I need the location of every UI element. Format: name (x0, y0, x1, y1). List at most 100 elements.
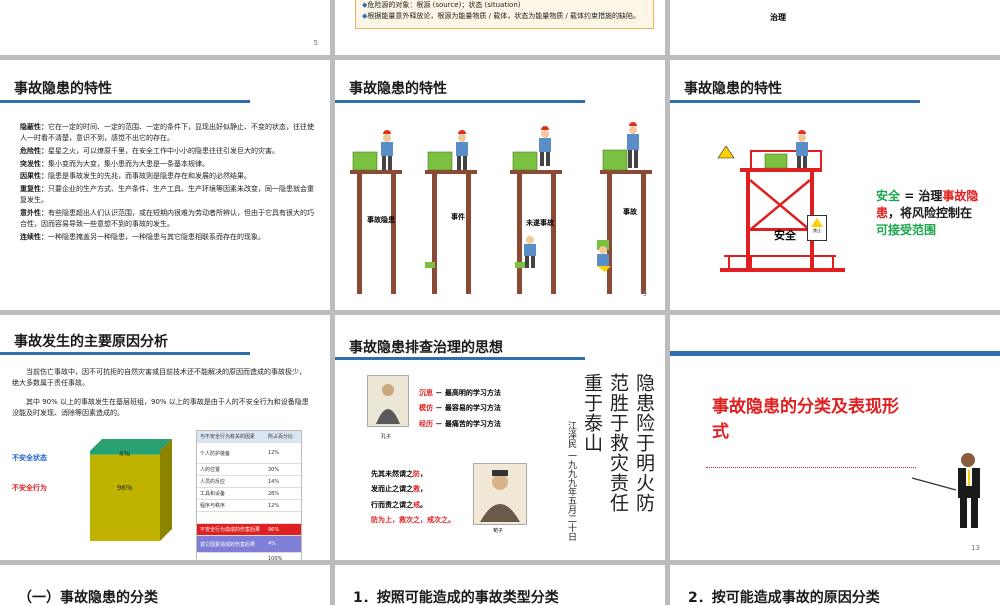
section-title: 事故隐患的分类及表现形式 (712, 397, 899, 442)
slide-top-right: 治理 (670, 0, 1000, 55)
table-row: 人员的反应 14% (197, 476, 301, 488)
page-number: 13 (971, 544, 980, 552)
accident-stage-illustration (350, 122, 652, 294)
stage-label: 事故隐患 (367, 216, 395, 224)
learning-line: 经历 － 最痛苦的学习方法 (419, 419, 501, 428)
slide-top-mid: ◆危险源的对象：根源 (source)；状态 (situation) ◆根据能量… (335, 0, 665, 55)
table-cell: 人员的反应 (200, 479, 226, 485)
table-row: 不安全行为造成的伤害后果 96% (197, 524, 301, 536)
feature-item: 重复性：只要企业的生产方式、生产条件、生产工具、生产环境等因素未改变，同一隐患就… (20, 185, 314, 205)
table-cell: 个人防护装备 (200, 450, 231, 457)
top-band (670, 351, 1000, 356)
bar-top-face (90, 439, 172, 451)
slide-thinking: 事故隐患排查治理的思想 孔子 沉思 － 最高明的学习方法 模仿 － 最容易的学习… (335, 315, 665, 560)
presenter-illustration (911, 453, 980, 528)
table-cell: 28% (268, 490, 280, 497)
table-row: 工具和设备 28% (197, 488, 301, 500)
bar-label-unsafe-behavior: 不安全行为 (12, 484, 47, 492)
safety-statement: 安全 = 治理事故隐患，将风险控制在可接受范围 (876, 188, 984, 238)
learning-line: 沉思 － 最高明的学习方法 (419, 389, 501, 397)
bullet-box: ◆危险源的对象：根源 (source)；状态 (situation) ◆根据能量… (355, 0, 654, 29)
saying-line: 先其未然谓之防， (371, 470, 427, 478)
slide-title: 事故隐患的特性 (684, 81, 782, 97)
caption: 治理 (770, 13, 786, 22)
platform-stage-1 (350, 130, 402, 294)
table-cell: 人的位置 (200, 467, 221, 473)
slide-title: 事故发生的主要原因分析 (14, 334, 168, 350)
portrait-caption: 荀子 (493, 528, 504, 534)
calligraphy-col: 范胜于救灾责任 (607, 373, 629, 513)
slide-feature-safety: 事故隐患的特性 禁止 安全 安全 = 治理事故隐患，将风险控制在可接受范围 (670, 60, 1000, 310)
title-underline (0, 100, 250, 103)
table-cell: 96% (268, 526, 280, 533)
portrait-caption: 孔子 (381, 434, 392, 440)
slide-bottom-1: （一）事故隐患的分类 (0, 565, 330, 605)
table-row: 个人防护装备 12% (197, 443, 301, 464)
slide-feature-text: 事故隐患的特性 隐蔽性：它在一定的时间、一定的范围、一定的条件下，显现出好似静止… (0, 60, 330, 310)
title-underline (670, 100, 920, 103)
slide-title: （一）事故隐患的分类 (18, 590, 158, 605)
para-2: 其中 90% 以上的事故发生在基层班组，90% 以上的事故是由于人的不安全行为和… (12, 398, 309, 417)
table-cell: 程序与秩序 (200, 503, 226, 509)
feature-item: 隐蔽性：它在一定的时间、一定的范围、一定的条件下，显现出好似静止、不变的状态，往… (20, 123, 314, 142)
bar-label-unsafe-state: 不安全状态 (12, 454, 47, 462)
statement-part: ，将风险控制在 (888, 205, 973, 220)
feature-item: 危险性：星星之火，可以燎原千里，在安全工作中小小的隐患往往引发巨大的灾害。 (20, 146, 279, 155)
calligraphy-col: 隐患险于明火防 (633, 373, 655, 513)
factor-table: 与不安全行为有关的因素 所占百分比 个人防护装备 12% 人的位置 30% 人员的反应 14… (196, 430, 302, 560)
statement-part: 安全 (876, 189, 905, 203)
slide-feature-pic: 事故隐患的特性 事故隐患 事件 未遂事故 事故 9 (335, 60, 665, 310)
saying-conclusion: 防为上，救次之，戒次之。 (371, 516, 455, 525)
bullet-1: ◆危险源的对象：根源 (source)；状态 (situation) (362, 1, 521, 9)
table-cell: 4% (268, 541, 276, 547)
table-header: 与不安全行为有关的因素 所占百分比 (197, 431, 301, 443)
stage-label: 事件 (451, 213, 465, 221)
stage-label: 未遂事故 (526, 219, 554, 227)
page-number: 5 (313, 39, 318, 47)
sayings: 先其未然谓之防， 发而止之谓之救， 行而责之谓之戒。 防为上，救次之，戒次之。 (371, 467, 455, 529)
xunzi-portrait (473, 463, 527, 525)
calligraphy-signature: 江泽民 一九九九年五月二十日 (566, 421, 576, 541)
learning-lines: 沉思 － 最高明的学习方法 模仿 － 最容易的学习方法 经历 － 最痛苦的学习方… (419, 386, 501, 432)
bar-side-face (160, 439, 172, 541)
bar-value-label: 96% (117, 484, 133, 492)
bullet-2: ◆根据能量意外释放论，根源为能量物质 / 载体，状态为能量物质 / 载体约束措施… (362, 11, 641, 20)
table-cell: 100% (268, 555, 283, 561)
table-cell: 30% (268, 466, 280, 473)
safe-label: 安全 (774, 229, 796, 242)
slide-top-left: 5 (0, 0, 330, 55)
table-cell: 12% (268, 450, 280, 456)
title-underline (0, 352, 250, 355)
calligraphy-col: 重于泰山 (581, 373, 603, 453)
slide-title: 1．按照可能造成的事故类型分类 (353, 590, 559, 605)
feature-item: 意外性：有些隐患超出人们认识范围，或在短期内很难为劳动者所辨认，但由于它具有很大… (20, 208, 314, 228)
statement-part: = 治理 (904, 189, 943, 203)
platform-stage-3 (510, 126, 562, 294)
table-row: 程序与秩序 12% (197, 500, 301, 512)
table-cell: 不安全行为造成的伤害后果 (200, 527, 261, 533)
feature-item: 连续性：一种隐患掩盖另一种隐患，一种隐患与其它隐患相联系而存在的现象。 (20, 232, 265, 241)
page-number: 9 (642, 290, 647, 298)
saying-line: 发而止之谓之救， (371, 485, 427, 494)
feature-item: 突发性：集小变而为大变，集小患而为大患是一条基本规律。 (20, 159, 209, 168)
slide-title: 事故隐患的特性 (14, 81, 112, 97)
slide-bottom-2: 1．按照可能造成的事故类型分类 (335, 565, 665, 605)
safe-platform-illustration (717, 130, 845, 272)
slide-title: 2．按可能造成事故的原因分类 (688, 590, 880, 605)
stage-label: 事故 (623, 208, 637, 216)
slide-classify: 事故隐患的分类及表现形式 13 (670, 315, 1000, 560)
table-cell: 其它因素造成的伤害后果 (200, 541, 256, 548)
percent-bar-chart: 4% 96% (90, 439, 172, 541)
slide-causes: 事故发生的主要原因分析 当前伤亡事故中，因不可抗拒的自然灾害或目前技术还不能解决… (0, 315, 330, 560)
dotted-line (706, 467, 916, 468)
feature-list: 隐蔽性：它在一定的时间、一定的范围、一定的条件下，显现出好似静止、不变的状态，往… (20, 122, 320, 244)
table-row: 100% (197, 553, 301, 561)
warning-sign: 禁止 (807, 215, 827, 241)
table-row (197, 512, 301, 524)
saying-line: 行而责之谓之戒。 (371, 500, 427, 509)
slide-title: 事故隐患排查治理的思想 (349, 340, 503, 356)
statement-part: 可接受范围 (876, 222, 937, 237)
para-1: 当前伤亡事故中，因不可抗拒的自然灾害或目前技术还不能解决的原因而造成的事故极少，… (12, 368, 306, 387)
confucius-portrait (367, 375, 409, 427)
table-row: 其它因素造成的伤害后果 4% (197, 536, 301, 553)
